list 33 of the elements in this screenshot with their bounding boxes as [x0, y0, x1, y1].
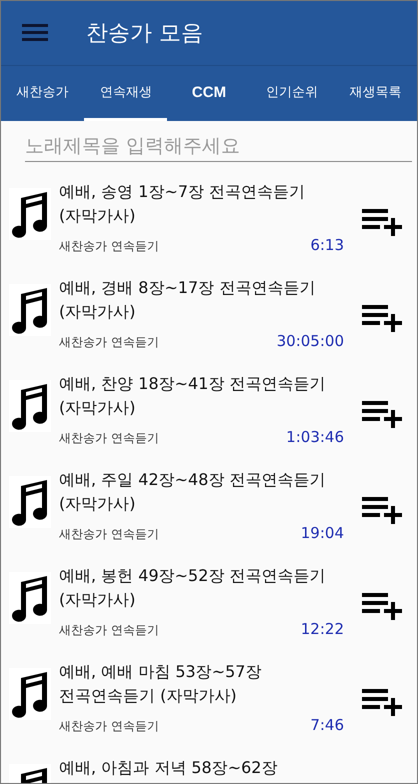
song-category: 새찬송가 연속듣기: [59, 622, 159, 639]
song-title[interactable]: 예배, 주일 42장~48장 전곡연속듣기 (자막가사): [59, 468, 344, 516]
tab[interactable]: 재생목록: [334, 66, 417, 121]
search-field[interactable]: 노래제목을 입력해주세요: [25, 131, 412, 162]
song-duration: 1:03:46: [286, 428, 344, 446]
song-title[interactable]: 예배, 찬양 18장~41장 전곡연속듣기 (자막가사): [59, 372, 344, 420]
song-category: 새찬송가 연속듣기: [59, 334, 159, 351]
tab[interactable]: 새찬송가: [1, 66, 84, 121]
song-title[interactable]: 예배, 송영 1장~7장 전곡연속듣기 (자막가사): [59, 180, 344, 228]
song-category: 새찬송가 연속듣기: [59, 718, 159, 735]
tab[interactable]: 인기순위: [250, 66, 334, 121]
add-to-playlist-icon[interactable]: [362, 207, 404, 237]
add-to-playlist-icon[interactable]: [362, 687, 404, 717]
song-category: 새찬송가 연속듣기: [59, 526, 159, 543]
tab[interactable]: 연속재생: [84, 66, 168, 121]
song-title[interactable]: 예배, 봉헌 49장~52장 전곡연속듣기 (자막가사): [59, 564, 344, 612]
app-title: 찬송가 모음: [86, 20, 203, 48]
add-to-playlist-icon[interactable]: [362, 303, 404, 333]
tab[interactable]: CCM: [167, 66, 251, 121]
menu-icon[interactable]: [22, 24, 48, 42]
song-duration: 19:04: [300, 524, 344, 542]
song-duration: 30:05:00: [276, 332, 344, 350]
song-duration: 7:46: [310, 716, 344, 734]
song-duration: 6:13: [310, 236, 344, 254]
song-category: 새찬송가 연속듣기: [59, 430, 159, 447]
add-to-playlist-icon[interactable]: [362, 591, 404, 621]
song-category: 새찬송가 연속듣기: [59, 238, 159, 255]
song-title[interactable]: 예배, 예배 마침 53장~57장 전곡연속듣기 (자막가사): [59, 660, 344, 708]
add-to-playlist-icon[interactable]: [362, 399, 404, 429]
song-title[interactable]: 예배, 아침과 저녁 58장~62장: [59, 756, 344, 780]
song-duration: 12:22: [300, 620, 344, 638]
add-to-playlist-icon[interactable]: [362, 495, 404, 525]
song-title[interactable]: 예배, 경배 8장~17장 전곡연속듣기 (자막가사): [59, 276, 344, 324]
